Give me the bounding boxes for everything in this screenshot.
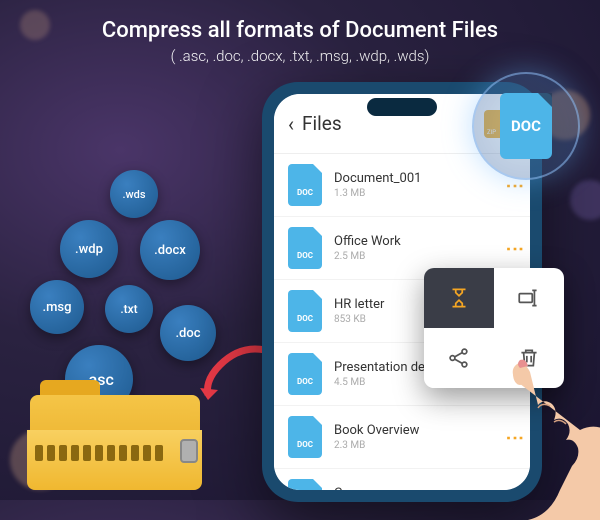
file-row[interactable]: DOC Book Overview 2.3 MB⋮ [274,406,530,469]
phone-notch [367,98,437,116]
rename-button[interactable] [494,268,564,328]
format-bubble-wdp: .wdp [60,220,118,278]
file-icon-label: DOC [288,440,322,449]
more-options-button[interactable]: ⋮ [512,429,516,446]
file-icon-label: DOC [288,251,322,260]
context-menu [424,268,564,388]
file-size: 1.3 MB [334,188,512,199]
doc-file-icon: DOC [288,353,322,395]
compress-button[interactable] [424,268,494,328]
doc-file-icon: DOC [288,227,322,269]
more-options-button[interactable]: ⋮ [512,240,516,257]
delete-icon [516,345,542,371]
headline-subtitle: ( .asc, .doc, .docx, .txt, .msg, .wdp, .… [0,47,600,65]
file-name: Document_001 [334,171,512,186]
file-icon-label: DOC [288,314,322,323]
file-icon-label: DOC [288,377,322,386]
file-name: Office Work [334,234,512,249]
format-bubble-msg: .msg [30,280,84,334]
file-info: Book Overview 2.3 MB [334,423,512,451]
file-info: Courses1.0 MB [334,486,512,490]
doc-badge-label: DOC [511,117,541,135]
headline-title: Compress all formats of Document Files [0,18,600,43]
delete-button[interactable] [494,328,564,388]
file-name: Book Overview [334,423,512,438]
doc-badge: DOC [472,72,580,180]
file-row[interactable]: DOCCourses1.0 MB⋮ [274,469,530,490]
doc-file-icon: DOC [288,416,322,458]
file-info: Document_001 1.3 MB [334,171,512,199]
doc-file-icon: DOC [288,479,322,490]
format-bubble-wds: .wds [110,170,158,218]
zip-folder-icon [25,385,205,495]
doc-file-icon: DOC [288,164,322,206]
file-size: 2.3 MB [334,440,512,451]
format-bubble-docx: .docx [140,220,200,280]
rename-icon [516,285,542,311]
headline: Compress all formats of Document Files (… [0,0,600,65]
compress-icon [446,285,472,311]
doc-file-icon: DOC [288,290,322,332]
file-info: Office Work 2.5 MB [334,234,512,262]
file-name: Courses [334,486,512,490]
file-icon-label: DOC [288,188,322,197]
format-bubble-txt: .txt [105,285,153,333]
file-size: 2.5 MB [334,251,512,262]
back-icon[interactable]: ‹ [288,112,294,136]
share-button[interactable] [424,328,494,388]
share-icon [446,345,472,371]
doc-file-icon: DOC [500,93,552,159]
